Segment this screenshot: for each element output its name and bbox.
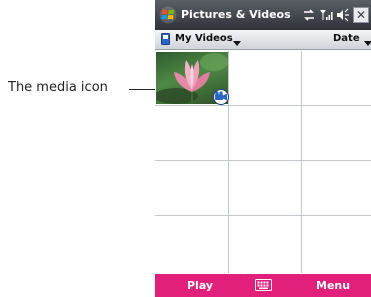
folder-icon (161, 33, 170, 45)
folder-label: My Videos (175, 33, 233, 44)
signal-icon[interactable] (319, 7, 333, 26)
close-button[interactable]: ✕ (353, 7, 369, 23)
chevron-down-icon (364, 38, 371, 46)
callout-label: The media icon (8, 80, 108, 95)
sort-dropdown[interactable]: Date (333, 32, 371, 48)
app-title: Pictures & Videos (181, 8, 291, 21)
grid-divider (155, 160, 371, 161)
softkey-bar: Play Menu (155, 274, 371, 297)
start-icon[interactable] (159, 6, 177, 24)
grid-divider (301, 51, 302, 273)
chevron-down-icon (233, 38, 241, 46)
media-icon (211, 89, 231, 105)
connectivity-icon[interactable] (302, 7, 316, 26)
grid-divider (228, 51, 229, 273)
toolbar: My Videos Date (155, 30, 371, 50)
grid-divider (155, 105, 371, 106)
volume-icon[interactable] (336, 7, 350, 26)
grid-divider (155, 215, 371, 216)
menu-softkey[interactable]: Menu (316, 279, 350, 292)
play-softkey[interactable]: Play (187, 279, 213, 292)
keyboard-icon[interactable] (255, 279, 272, 291)
sort-label: Date (333, 33, 360, 44)
thumbnail-grid (155, 51, 371, 273)
title-bar: Pictures & Videos ✕ (155, 0, 371, 30)
device-screen: Pictures & Videos ✕ My Videos Date Play … (155, 0, 371, 297)
